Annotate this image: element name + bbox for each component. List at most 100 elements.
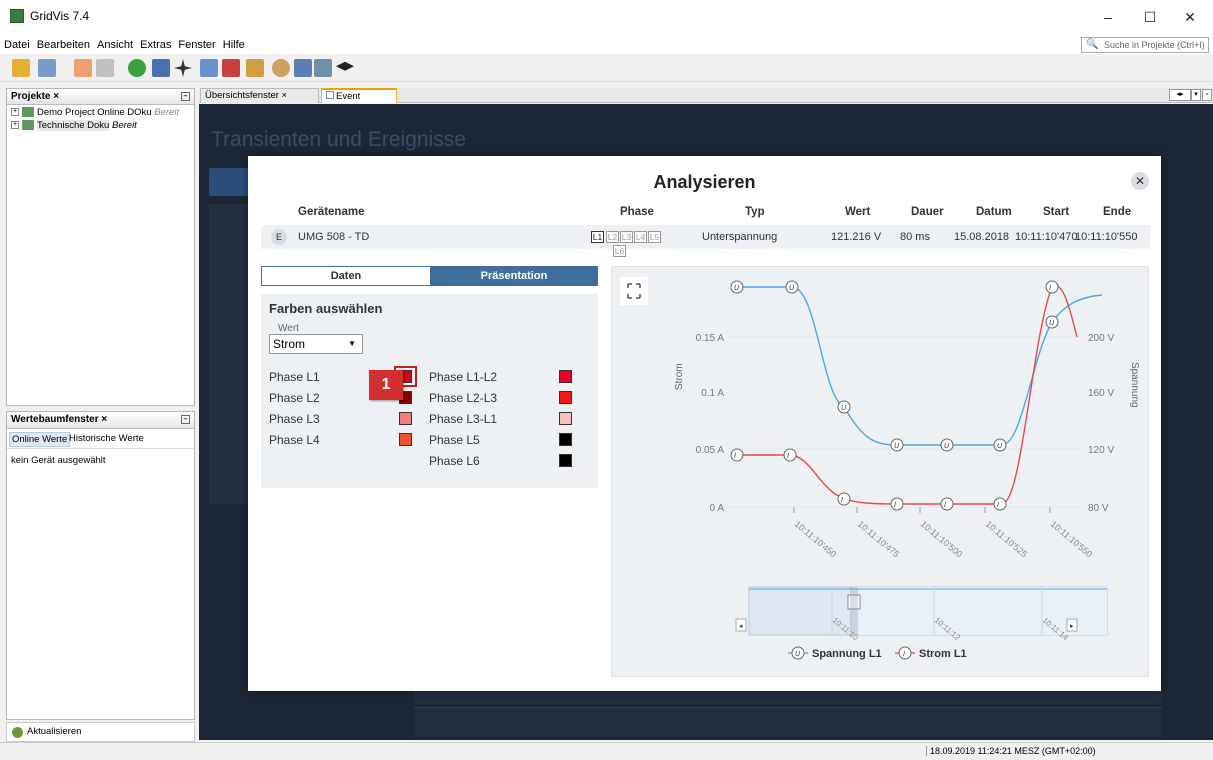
tab-online-werte[interactable]: Online Werte bbox=[9, 432, 71, 447]
menu-fenster[interactable]: Fenster bbox=[178, 36, 215, 54]
refresh-icon[interactable] bbox=[128, 59, 146, 77]
event-type: Unterspannung bbox=[702, 231, 778, 243]
graph-icon[interactable] bbox=[200, 59, 218, 77]
maximize-button[interactable]: ☐ bbox=[1135, 6, 1165, 28]
tab-praesentation[interactable]: Präsentation bbox=[430, 267, 598, 285]
phase-l6-indicator: L6 bbox=[613, 245, 626, 257]
report-icon[interactable] bbox=[222, 59, 240, 77]
menu-bearbeiten[interactable]: Bearbeiten bbox=[37, 36, 90, 54]
legend-label-spannung: Spannung L1 bbox=[812, 648, 882, 660]
expand-chart-icon[interactable] bbox=[620, 277, 648, 305]
open-project-icon[interactable] bbox=[12, 59, 30, 77]
legend-strom[interactable]: I Strom L1 bbox=[895, 646, 967, 660]
left-tick-label: 0.15 A bbox=[696, 333, 725, 344]
wert-select[interactable]: Strom ▼ bbox=[269, 334, 363, 354]
panel-minimize-button[interactable]: – bbox=[181, 415, 190, 424]
color-swatch-l5[interactable] bbox=[559, 433, 572, 446]
tree-item-technische-doku[interactable]: + Technische Doku Bereit bbox=[7, 119, 194, 132]
background-row bbox=[414, 707, 1162, 737]
training-icon[interactable] bbox=[336, 61, 354, 71]
tab-event-browser[interactable]: Event Browser × bbox=[321, 88, 397, 116]
werte-panel: Wertebaumfenster × – Online Werte Histori… bbox=[6, 411, 195, 720]
tab-daten[interactable]: Daten bbox=[262, 267, 430, 285]
save-icon[interactable] bbox=[38, 59, 56, 77]
color-swatch-l3-l1[interactable] bbox=[559, 412, 572, 425]
close-dialog-button[interactable]: ✕ bbox=[1131, 172, 1149, 190]
event-duration: 80 ms bbox=[900, 231, 930, 243]
right-axis-label: Spannung bbox=[1129, 362, 1140, 408]
tools-icon[interactable] bbox=[246, 59, 264, 77]
tree-item-demo[interactable]: + Demo Project Online DOku Bereit bbox=[7, 106, 194, 119]
x-tick-label: 10:11:10'450 bbox=[793, 519, 839, 560]
header-type: Typ bbox=[745, 206, 765, 218]
header-start: Start bbox=[1043, 206, 1070, 218]
series-line-spannung bbox=[737, 286, 1103, 446]
phase-l6-label: Phase L6 bbox=[429, 454, 480, 468]
search-input[interactable]: 🔍 Suche in Projekte (Ctrl+I) bbox=[1081, 37, 1209, 53]
series-markers: U UUU U UUI III I II bbox=[730, 280, 1059, 511]
strom-marker bbox=[837, 492, 851, 506]
import-icon[interactable] bbox=[152, 59, 170, 77]
color-swatch-l3[interactable] bbox=[399, 412, 412, 425]
x-tick-label: 10:11:10'525 bbox=[984, 519, 1030, 560]
project-icon bbox=[22, 120, 34, 131]
strom-marker-label: I bbox=[841, 497, 843, 504]
strom-marker bbox=[783, 448, 797, 462]
expand-icon[interactable]: + bbox=[11, 108, 19, 117]
background-button bbox=[209, 168, 249, 196]
tab-uebersichtsfenster[interactable]: Übersichtsfenster × bbox=[200, 88, 319, 103]
color-swatch-l2-l3[interactable] bbox=[559, 391, 572, 404]
strom-marker-label: I bbox=[734, 453, 736, 460]
phase-l1-l2-label: Phase L1-L2 bbox=[429, 370, 498, 384]
menu-hilfe[interactable]: Hilfe bbox=[223, 36, 245, 54]
event-row[interactable]: E UMG 508 - TD L1 L2 L3 L4 L5 L6 Untersp… bbox=[261, 225, 1150, 257]
event-start: 10:11:10'470 bbox=[1015, 231, 1078, 243]
projects-panel-title: Projekte × bbox=[11, 91, 60, 102]
empty-message: kein Gerät ausgewählt bbox=[11, 455, 106, 466]
minimize-button[interactable]: – bbox=[1093, 6, 1123, 28]
strom-marker bbox=[730, 448, 744, 462]
header-phase: Phase bbox=[620, 206, 654, 218]
tab-maximize-button[interactable]: ▫ bbox=[1202, 89, 1212, 101]
aktualisieren-button[interactable]: Aktualisieren bbox=[6, 722, 195, 742]
monitor-icon[interactable] bbox=[294, 59, 312, 77]
header-end: Ende bbox=[1103, 206, 1132, 218]
database-icon[interactable] bbox=[314, 59, 332, 77]
title-bar: GridVis 7.4 – ☐ ✕ bbox=[0, 0, 1213, 36]
panel-minimize-button[interactable]: – bbox=[181, 92, 190, 101]
color-swatch-l1-l2[interactable] bbox=[559, 370, 572, 383]
graph-icon bbox=[326, 91, 334, 99]
menu-ansicht[interactable]: Ansicht bbox=[97, 36, 133, 54]
event-icon: E bbox=[271, 229, 287, 245]
right-tick-label: 160 V bbox=[1088, 388, 1114, 399]
topology-icon[interactable] bbox=[174, 59, 192, 77]
x-tick-label: 10:11:10'550 bbox=[1049, 519, 1095, 560]
color-panel: Farben auswählen Wert Strom ▼ Phase L1 P… bbox=[261, 294, 598, 488]
redo-icon[interactable] bbox=[96, 59, 114, 77]
tab-list-button[interactable]: ▾ bbox=[1191, 89, 1201, 101]
right-tick-label: 200 V bbox=[1088, 333, 1114, 344]
navigator-scroll-right[interactable]: ▸ bbox=[1066, 618, 1078, 632]
strom-marker bbox=[890, 497, 904, 511]
view-tabs: Daten Präsentation bbox=[261, 266, 598, 286]
x-axis-ticks: 10:11:10'450 10:11:10'475 10:11:10'500 10:1… bbox=[793, 507, 1095, 560]
series-line-strom bbox=[737, 285, 1078, 505]
menu-datei[interactable]: Datei bbox=[4, 36, 30, 54]
status-bar: 18.09.2019 11:24:21 MESZ (GMT+02:00) bbox=[0, 742, 1213, 760]
legend-spannung[interactable]: U Spannung L1 bbox=[788, 646, 882, 660]
navigator-scroll-left[interactable]: ◂ bbox=[735, 618, 747, 632]
grid-lines bbox=[727, 336, 1082, 508]
header-date: Datum bbox=[976, 206, 1012, 218]
color-swatch-l6[interactable] bbox=[559, 454, 572, 467]
close-window-button[interactable]: ✕ bbox=[1175, 6, 1205, 28]
tab-scroll-button[interactable]: ◂▸ bbox=[1169, 89, 1191, 101]
header-duration: Dauer bbox=[911, 206, 944, 218]
tab-historische-werte[interactable]: Historische Werte bbox=[69, 433, 144, 444]
werte-panel-title: Wertebaumfenster × bbox=[11, 414, 108, 425]
color-swatch-l4[interactable] bbox=[399, 433, 412, 446]
users-icon[interactable] bbox=[272, 59, 290, 77]
undo-icon[interactable] bbox=[74, 59, 92, 77]
event-date: 15.08.2018 bbox=[954, 231, 1010, 243]
expand-icon[interactable]: + bbox=[11, 121, 19, 130]
menu-extras[interactable]: Extras bbox=[140, 36, 171, 54]
